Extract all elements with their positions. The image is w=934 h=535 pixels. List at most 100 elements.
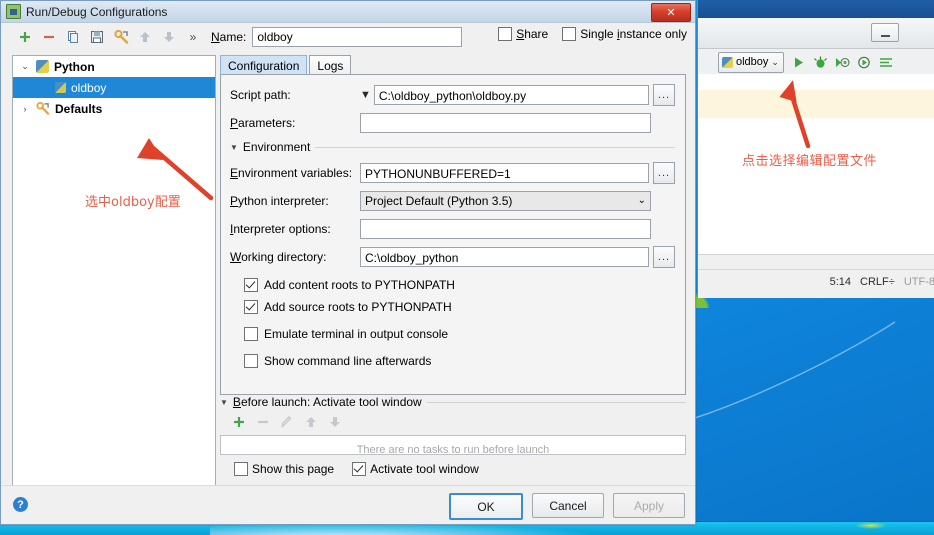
tab-bar: Configuration Logs bbox=[220, 55, 686, 75]
configuration-panel: Script path: ▼ C:\oldboy_python\oldboy.p… bbox=[220, 74, 686, 395]
name-input[interactable]: oldboy bbox=[252, 27, 463, 47]
ide-status-bar: 5:14 CRLF÷ UTF-8 bbox=[698, 254, 934, 298]
script-path-row: Script path: ▼ C:\oldboy_python\oldboy.p… bbox=[230, 84, 675, 106]
tab-logs[interactable]: Logs bbox=[309, 55, 352, 75]
python-icon bbox=[36, 60, 49, 73]
run-config-label: oldboy bbox=[736, 56, 769, 68]
cancel-button[interactable]: Cancel bbox=[532, 493, 604, 518]
activate-tool-window-checkbox[interactable]: Activate tool window bbox=[352, 462, 479, 476]
list-icon[interactable] bbox=[879, 55, 894, 70]
chevron-down-icon: ⌄ bbox=[771, 56, 779, 67]
activate-tool-window-checkbox-box bbox=[352, 462, 367, 476]
add-content-roots-checkbox[interactable]: Add content roots to PYTHONPATH bbox=[230, 274, 675, 296]
tree-item-python[interactable]: ⌄ Python bbox=[13, 56, 215, 77]
minimize-icon[interactable] bbox=[871, 23, 899, 42]
edit-task-button[interactable] bbox=[280, 415, 294, 429]
before-launch-header[interactable]: ▼ Before launch: Activate tool window bbox=[220, 395, 686, 409]
environment-variables-row: Environment variables: PYTHONUNBUFFERED=… bbox=[230, 162, 675, 184]
tree-item-oldboy[interactable]: oldboy bbox=[13, 77, 215, 98]
environment-variables-input[interactable]: PYTHONUNBUFFERED=1 bbox=[360, 163, 649, 183]
remove-task-button[interactable] bbox=[256, 415, 270, 429]
show-command-line-checkbox[interactable]: Show command line afterwards bbox=[230, 350, 675, 372]
add-configuration-button[interactable] bbox=[13, 26, 37, 48]
tree-item-label: Defaults bbox=[55, 101, 103, 116]
browse-environment-variables-button[interactable]: ... bbox=[653, 162, 675, 184]
profile-icon[interactable] bbox=[857, 55, 872, 70]
tab-configuration[interactable]: Configuration bbox=[220, 55, 308, 75]
ide-window: oldboy ⌄ 5:14 CRLF÷ UTF-8 bbox=[697, 0, 934, 298]
share-label: Share bbox=[516, 27, 549, 41]
annotation-arrow-right bbox=[770, 78, 830, 149]
chevron-down-icon[interactable]: ▼ bbox=[360, 89, 371, 101]
show-this-page-checkbox-box bbox=[234, 462, 248, 476]
python-interpreter-select[interactable]: Project Default (Python 3.5) ⌄ bbox=[360, 191, 651, 211]
tree-item-defaults[interactable]: › Defaults bbox=[13, 98, 215, 119]
ide-titlebar bbox=[698, 0, 934, 18]
help-icon[interactable]: ? bbox=[13, 497, 28, 512]
share-checkbox[interactable]: Share bbox=[498, 27, 548, 41]
interpreter-options-label: Interpreter options: bbox=[230, 222, 331, 236]
interpreter-options-row: Interpreter options: bbox=[230, 218, 675, 240]
add-source-roots-checkbox[interactable]: Add source roots to PYTHONPATH bbox=[230, 296, 675, 318]
chevron-down-icon: ⌄ bbox=[637, 195, 646, 206]
before-launch-task-list[interactable]: There are no tasks to run before launch bbox=[220, 435, 686, 455]
emulate-terminal-checkbox[interactable]: Emulate terminal in output console bbox=[230, 323, 675, 345]
remove-configuration-button[interactable] bbox=[37, 26, 61, 48]
status-encoding[interactable]: UTF-8 bbox=[904, 276, 934, 288]
move-up-button[interactable] bbox=[133, 26, 157, 48]
taskbar-accent bbox=[855, 522, 887, 529]
emulate-terminal-checkbox-box bbox=[244, 327, 258, 341]
ok-button[interactable]: OK bbox=[449, 493, 523, 520]
browse-script-path-button[interactable]: ... bbox=[653, 84, 675, 106]
run-icon[interactable] bbox=[791, 55, 806, 70]
chevron-down-icon[interactable]: ⌄ bbox=[19, 61, 31, 72]
more-options-button[interactable]: » bbox=[181, 26, 205, 48]
move-down-button[interactable] bbox=[157, 26, 181, 48]
section-divider bbox=[315, 146, 675, 148]
add-task-button[interactable] bbox=[232, 415, 246, 429]
parameters-input[interactable] bbox=[360, 113, 651, 133]
configurations-tree[interactable]: ⌄ Python oldboy › Defaults 选中oldboy配置 bbox=[12, 55, 216, 492]
chevron-right-icon[interactable]: › bbox=[19, 104, 31, 114]
browse-working-directory-button[interactable]: ... bbox=[653, 246, 675, 268]
environment-section-header[interactable]: ▼ Environment bbox=[230, 140, 675, 154]
debug-icon[interactable] bbox=[813, 55, 828, 70]
parameters-label: Parameters: bbox=[230, 116, 296, 130]
single-instance-label: Single instance only bbox=[580, 27, 687, 41]
single-instance-checkbox[interactable]: Single instance only bbox=[562, 27, 687, 41]
add-content-roots-checkbox-box bbox=[244, 278, 258, 292]
add-source-roots-checkbox-box bbox=[244, 300, 258, 314]
working-directory-label: Working directory: bbox=[230, 250, 327, 264]
python-interpreter-row: Python interpreter: Project Default (Pyt… bbox=[230, 190, 675, 212]
run-debug-configurations-dialog: Run/Debug Configurations ✕ » Name: oldbo… bbox=[0, 0, 696, 525]
add-content-roots-label: Add content roots to PYTHONPATH bbox=[264, 278, 455, 292]
python-interpreter-value: Project Default (Python 3.5) bbox=[365, 194, 513, 208]
move-task-down-button[interactable] bbox=[328, 415, 342, 429]
environment-variables-label: Environment variables: bbox=[230, 166, 353, 180]
run-configuration-selector[interactable]: oldboy ⌄ bbox=[718, 51, 784, 73]
show-this-page-checkbox[interactable]: Show this page bbox=[234, 462, 334, 476]
python-interpreter-label: Python interpreter: bbox=[230, 194, 329, 208]
move-task-up-button[interactable] bbox=[304, 415, 318, 429]
chevron-down-icon[interactable]: ▼ bbox=[230, 143, 238, 152]
dialog-titlebar[interactable]: Run/Debug Configurations ✕ bbox=[1, 1, 695, 23]
working-directory-input[interactable]: C:\oldboy_python bbox=[360, 247, 649, 267]
emulate-terminal-label: Emulate terminal in output console bbox=[264, 327, 449, 341]
show-command-line-label: Show command line afterwards bbox=[264, 354, 432, 368]
status-caret-position[interactable]: 5:14 bbox=[830, 276, 851, 288]
interpreter-options-input[interactable] bbox=[360, 219, 651, 239]
dialog-title: Run/Debug Configurations bbox=[26, 4, 168, 19]
script-path-input[interactable]: C:\oldboy_python\oldboy.py bbox=[373, 85, 649, 105]
save-configuration-button[interactable] bbox=[85, 26, 109, 48]
coverage-icon[interactable] bbox=[835, 55, 850, 70]
close-icon[interactable]: ✕ bbox=[651, 3, 691, 22]
status-line-ending[interactable]: CRLF÷ bbox=[860, 276, 895, 288]
copy-configuration-button[interactable] bbox=[61, 26, 85, 48]
before-launch-toolbar bbox=[220, 409, 686, 435]
edit-defaults-wrench-icon[interactable] bbox=[109, 26, 133, 48]
single-instance-checkbox-box bbox=[562, 27, 577, 41]
before-launch-empty-text: There are no tasks to run before launch bbox=[356, 443, 550, 455]
apply-button[interactable]: Apply bbox=[613, 493, 685, 518]
annotation-text-right: 点击选择编辑配置文件 bbox=[742, 154, 878, 169]
chevron-down-icon[interactable]: ▼ bbox=[220, 398, 228, 407]
